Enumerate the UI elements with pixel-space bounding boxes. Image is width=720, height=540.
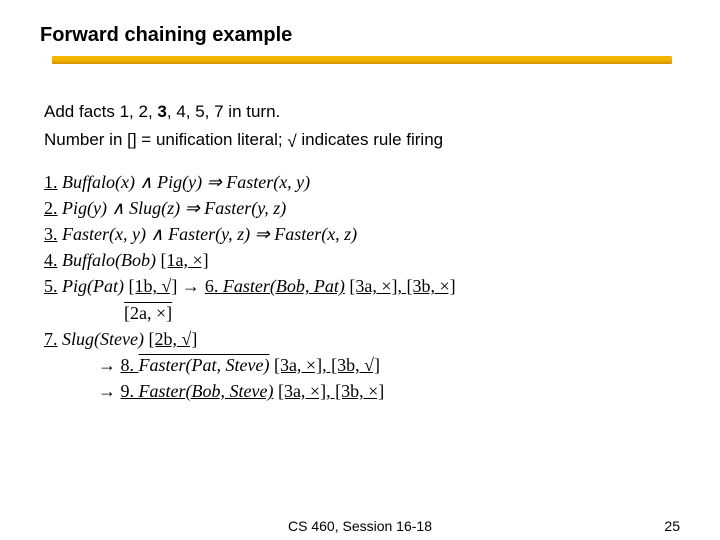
rule-1: 1. Buffalo(x) ∧ Pig(y) ⇒ Faster(x, y): [44, 170, 684, 195]
intro-line-2: Number in [] = unification literal; √ in…: [44, 128, 684, 152]
tag: , [3b, √]: [322, 355, 380, 375]
tag: [1b, √]: [128, 276, 177, 296]
rule-body: Pig(y) ∧ Slug(z) ⇒ Faster(y, z): [62, 198, 286, 218]
rule-number: 7.: [44, 329, 58, 349]
slide-content: Add facts 1, 2, 3, 4, 5, 7 in turn. Numb…: [44, 100, 684, 405]
derived-number: 8.: [121, 355, 139, 375]
rule-number: 4.: [44, 250, 58, 270]
title-underline: [52, 56, 672, 64]
rule-number: 5.: [44, 276, 58, 296]
footer-page-number: 25: [664, 518, 680, 534]
rule-3: 3. Faster(x, y) ∧ Faster(y, z) ⇒ Faster(…: [44, 222, 684, 247]
rule-body: Buffalo(x) ∧ Pig(y) ⇒ Faster(x, y): [62, 172, 310, 192]
intro-text: Add facts 1, 2,: [44, 102, 157, 121]
rule-number: 2.: [44, 198, 58, 218]
tag: [2b, √]: [148, 329, 197, 349]
rule-body: Slug(Steve): [62, 329, 148, 349]
derived-number: 9.: [121, 381, 139, 401]
rule-number: 3.: [44, 224, 58, 244]
rule-body: Pig(Pat): [62, 276, 128, 296]
arrow-icon: →: [182, 276, 205, 296]
tag: [3a, ×]: [349, 276, 397, 296]
rule-number: 1.: [44, 172, 58, 192]
intro-line-1: Add facts 1, 2, 3, 4, 5, 7 in turn.: [44, 100, 684, 124]
tag: [2a, ×]: [124, 303, 172, 323]
arrow-icon: →: [98, 355, 116, 375]
fact-5: 5. Pig(Pat) [1b, √] → 6. Faster(Bob, Pat…: [44, 274, 684, 299]
intro-bold-3: 3: [157, 102, 166, 121]
rule-body: Buffalo(Bob): [62, 250, 160, 270]
intro-text: , 4, 5, 7 in turn.: [167, 102, 280, 121]
rule-2: 2. Pig(y) ∧ Slug(z) ⇒ Faster(y, z): [44, 196, 684, 221]
tag: [1a, ×]: [160, 250, 208, 270]
fact-4: 4. Buffalo(Bob) [1a, ×]: [44, 248, 684, 273]
derived-body: Faster(Bob, Pat): [223, 276, 345, 296]
footer-course: CS 460, Session 16-18: [288, 518, 432, 534]
slide-title: Forward chaining example: [40, 24, 292, 47]
intro-text: Number in [] = unification literal;: [44, 130, 287, 149]
intro-text: indicates rule firing: [297, 130, 443, 149]
tag: [3a, ×]: [274, 355, 322, 375]
tag: , [3b, ×]: [326, 381, 384, 401]
rule-body: Faster(x, y) ∧ Faster(y, z) ⇒ Faster(x, …: [62, 224, 357, 244]
fact-5-cont: [2a, ×]: [44, 301, 684, 326]
derived-number: 6.: [205, 276, 223, 296]
rules-block: 1. Buffalo(x) ∧ Pig(y) ⇒ Faster(x, y) 2.…: [44, 170, 684, 405]
derived-body: Faster(Bob, Steve): [139, 381, 274, 401]
derived-body: Faster(Pat, Steve): [139, 355, 270, 375]
tag: [3a, ×]: [278, 381, 326, 401]
derived-8: → 8. Faster(Pat, Steve) [3a, ×], [3b, √]: [44, 353, 684, 378]
arrow-icon: →: [98, 381, 116, 401]
root-icon: √: [287, 132, 296, 151]
derived-9: → 9. Faster(Bob, Steve) [3a, ×], [3b, ×]: [44, 379, 684, 404]
fact-7: 7. Slug(Steve) [2b, √]: [44, 327, 684, 352]
tag: , [3b, ×]: [398, 276, 456, 296]
